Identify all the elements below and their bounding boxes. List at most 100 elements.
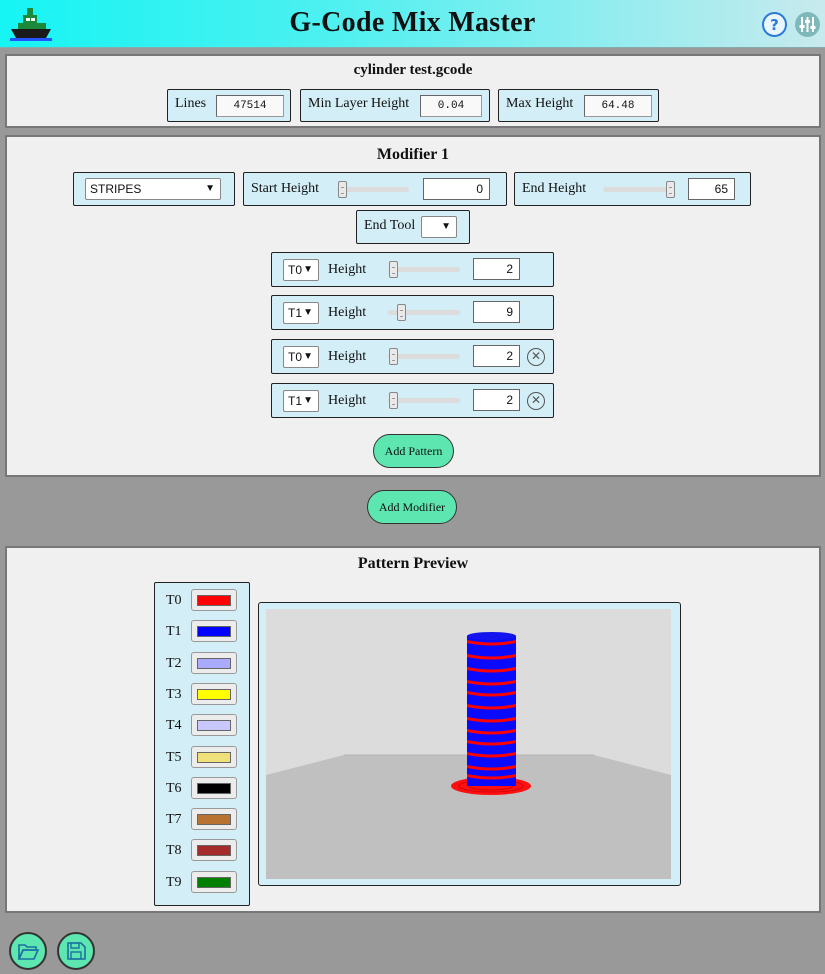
- file-name: cylinder test.gcode: [353, 62, 473, 78]
- save-file-button[interactable]: [57, 932, 95, 970]
- min-layer-height-box: Min Layer Height 0.04: [300, 89, 490, 122]
- pattern-height-slider-thumb[interactable]: [389, 261, 398, 278]
- open-file-button[interactable]: [9, 932, 47, 970]
- pattern-height-input[interactable]: 9: [473, 301, 520, 323]
- pattern-row: T1 ▼ Height 9: [271, 295, 554, 330]
- pattern-height-slider-thumb[interactable]: [389, 348, 398, 365]
- tool-color-button[interactable]: [191, 589, 237, 611]
- pattern-tool-value: T1: [288, 306, 303, 320]
- tool-color-swatch: [197, 720, 231, 732]
- tool-color-swatch: [197, 626, 231, 638]
- tool-color-button[interactable]: [191, 808, 237, 831]
- start-height-box: Start Height 0: [243, 172, 507, 206]
- tool-label: T6: [166, 780, 182, 796]
- tool-label: T4: [166, 718, 182, 734]
- remove-pattern-icon[interactable]: ✕: [527, 348, 545, 366]
- svg-text:?: ?: [770, 16, 779, 34]
- end-height-label: End Height: [522, 181, 587, 196]
- tool-label: T1: [166, 624, 182, 640]
- start-height-slider[interactable]: [337, 187, 409, 192]
- pattern-tool-select[interactable]: T0 ▼: [283, 346, 319, 368]
- pattern-tool-value: T0: [288, 263, 303, 277]
- pattern-height-input[interactable]: 2: [473, 258, 520, 280]
- pattern-tool-select[interactable]: T1 ▼: [283, 390, 319, 412]
- tool-color-button[interactable]: [191, 714, 237, 737]
- app-title: G-Code Mix Master: [289, 7, 536, 38]
- modifier-type-value: STRIPES: [90, 182, 142, 196]
- tool-label: T7: [166, 812, 182, 828]
- pattern-height-label: Height: [328, 262, 367, 277]
- pattern-tool-value: T1: [288, 394, 303, 408]
- tool-label: T5: [166, 749, 182, 765]
- tool-color-button[interactable]: [191, 870, 237, 893]
- max-height-label: Max Height: [506, 96, 574, 111]
- pattern-height-input[interactable]: 2: [473, 345, 520, 367]
- pattern-tool-select[interactable]: T1 ▼: [283, 302, 319, 324]
- modifier-panel: Modifier 1 STRIPES ▼ Start Height 0 End …: [5, 135, 821, 477]
- lines-box: Lines 47514: [167, 89, 291, 122]
- tool-color-swatch: [197, 782, 231, 794]
- end-height-input[interactable]: 65: [688, 178, 735, 200]
- tool-color-swatch: [197, 657, 231, 669]
- end-height-slider[interactable]: [603, 187, 675, 192]
- add-modifier-button[interactable]: Add Modifier: [367, 490, 457, 524]
- lines-label: Lines: [175, 96, 207, 111]
- lines-value: 47514: [216, 95, 284, 117]
- pattern-height-label: Height: [328, 349, 367, 364]
- preview-viewport[interactable]: [258, 602, 681, 886]
- tool-color-swatch: [197, 688, 231, 700]
- folder-open-icon: [17, 944, 40, 960]
- pattern-height-slider[interactable]: [388, 267, 460, 272]
- tool-color-swatch: [197, 845, 231, 857]
- tool-color-button[interactable]: [191, 620, 237, 643]
- end-tool-box: End Tool ▼: [356, 210, 470, 244]
- file-info-panel: cylinder test.gcode Lines 47514 Min Laye…: [5, 54, 821, 128]
- chevron-down-icon: ▼: [441, 221, 451, 232]
- pattern-tool-value: T0: [288, 350, 303, 364]
- pattern-tool-select[interactable]: T0 ▼: [283, 259, 319, 281]
- tool-color-swatch: [197, 876, 231, 888]
- app-header: G-Code Mix Master ?: [0, 0, 825, 48]
- cylinder-3d-preview[interactable]: [266, 609, 671, 879]
- max-height-value: 64.48: [584, 95, 652, 117]
- end-height-slider-thumb[interactable]: [666, 181, 675, 198]
- save-disk-icon: [67, 942, 86, 960]
- tool-color-button[interactable]: [191, 776, 237, 799]
- end-tool-select[interactable]: ▼: [421, 216, 457, 238]
- pattern-height-slider-thumb[interactable]: [397, 304, 406, 321]
- pattern-height-slider[interactable]: [388, 354, 460, 359]
- pattern-height-input[interactable]: 2: [473, 389, 520, 411]
- chevron-down-icon: ▼: [303, 264, 313, 275]
- max-height-box: Max Height 64.48: [498, 89, 659, 122]
- chevron-down-icon: ▼: [205, 183, 215, 194]
- tool-color-button[interactable]: [191, 682, 237, 705]
- modifier-type-select[interactable]: STRIPES ▼: [85, 178, 221, 200]
- pattern-row: T1 ▼ Height 2 ✕: [271, 383, 554, 418]
- tool-color-button[interactable]: [191, 745, 237, 768]
- add-pattern-button[interactable]: Add Pattern: [373, 434, 454, 468]
- pattern-preview-panel: Pattern Preview T0 T1 T2 T3 T4 T5 T6 T7 T8 T9: [5, 546, 821, 913]
- question-circle-icon[interactable]: ?: [762, 12, 787, 37]
- min-layer-height-value: 0.04: [420, 95, 482, 117]
- tool-color-swatch: [197, 751, 231, 763]
- pattern-row: T0 ▼ Height 2 ✕: [271, 339, 554, 374]
- tool-color-swatch: [197, 814, 231, 826]
- pattern-height-slider[interactable]: [388, 398, 460, 403]
- pattern-row: T0 ▼ Height 2: [271, 252, 554, 287]
- pattern-preview-title: Pattern Preview: [357, 555, 469, 572]
- tool-label: T9: [166, 874, 182, 890]
- sliders-icon[interactable]: [795, 12, 820, 37]
- start-height-input[interactable]: 0: [423, 178, 490, 200]
- pattern-height-label: Height: [328, 305, 367, 320]
- pattern-height-slider-thumb[interactable]: [389, 392, 398, 409]
- chevron-down-icon: ▼: [303, 307, 313, 318]
- tool-label: T0: [166, 593, 182, 608]
- min-layer-height-label: Min Layer Height: [308, 96, 410, 111]
- start-height-slider-thumb[interactable]: [338, 181, 347, 198]
- tool-label: T2: [166, 655, 182, 671]
- tool-color-button[interactable]: [191, 839, 237, 862]
- tool-color-button[interactable]: [191, 651, 237, 674]
- remove-pattern-icon[interactable]: ✕: [527, 392, 545, 410]
- tool-color-swatch: [197, 595, 231, 606]
- tool-label: T8: [166, 843, 182, 859]
